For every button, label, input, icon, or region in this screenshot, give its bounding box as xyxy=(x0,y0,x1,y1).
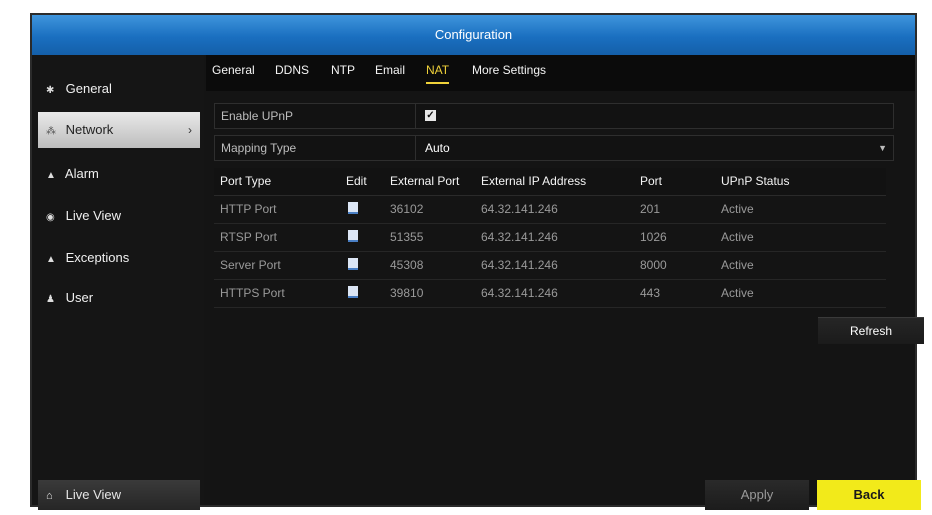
tab-nat[interactable]: NAT xyxy=(426,55,450,85)
back-button[interactable]: Back xyxy=(817,480,921,510)
port-type-cell: HTTP Port xyxy=(220,202,277,216)
port-type-cell: HTTPS Port xyxy=(220,286,285,300)
port-type-cell: RTSP Port xyxy=(220,230,277,244)
table-row: Server Port 45308 64.32.141.246 8000 Act… xyxy=(214,252,886,280)
external-port-cell: 39810 xyxy=(390,286,424,300)
alarm-icon: ▲ xyxy=(46,170,56,181)
table-row: HTTPS Port 39810 64.32.141.246 443 Activ… xyxy=(214,280,886,308)
edit-button[interactable] xyxy=(348,280,358,307)
sidebar-item-exceptions[interactable]: ▲ Exceptions xyxy=(38,240,200,276)
sidebar: ✱ General ⁂ Network › ▲ Alarm ◉ Live Vie… xyxy=(32,55,204,510)
chevron-right-icon: › xyxy=(188,123,192,137)
live-view-button[interactable]: ⌂ Live View xyxy=(38,480,200,510)
status-cell: Active xyxy=(721,258,754,272)
tab-more-settings[interactable]: More Settings xyxy=(472,55,546,85)
sidebar-item-live-view[interactable]: ◉ Live View xyxy=(38,198,200,234)
edit-button[interactable] xyxy=(348,196,358,223)
external-ip-cell: 64.32.141.246 xyxy=(481,258,558,272)
status-cell: Active xyxy=(721,202,754,216)
edit-icon xyxy=(348,258,358,270)
tab-nat-label: NAT xyxy=(426,63,450,77)
window-title: Configuration xyxy=(32,15,915,55)
tab-email[interactable]: Email xyxy=(375,55,405,85)
edit-icon xyxy=(348,202,358,214)
external-ip-cell: 64.32.141.246 xyxy=(481,230,558,244)
external-port-cell: 36102 xyxy=(390,202,424,216)
status-cell: Active xyxy=(721,230,754,244)
tab-ntp[interactable]: NTP xyxy=(331,55,355,85)
tab-bar: General DDNS NTP Email NAT More Settings xyxy=(206,55,915,91)
sidebar-item-label: Exceptions xyxy=(65,250,130,265)
configuration-window: Configuration ✱ General ⁂ Network › ▲ Al… xyxy=(30,13,924,510)
mapping-type-row: Mapping Type Auto ▼ xyxy=(214,135,894,161)
port-cell: 201 xyxy=(640,202,661,216)
content-panel: General DDNS NTP Email NAT More Settings… xyxy=(206,55,924,510)
tab-ddns[interactable]: DDNS xyxy=(275,55,309,85)
col-external-ip: External IP Address xyxy=(481,174,587,188)
external-port-cell: 51355 xyxy=(390,230,424,244)
sidebar-item-label: User xyxy=(65,290,94,305)
edit-button[interactable] xyxy=(348,252,358,279)
chevron-down-icon[interactable]: ▼ xyxy=(878,136,887,160)
external-ip-cell: 64.32.141.246 xyxy=(481,286,558,300)
enable-upnp-row: Enable UPnP ✓ xyxy=(214,103,894,129)
refresh-button[interactable]: Refresh xyxy=(818,317,924,344)
table-header: Port Type Edit External Port External IP… xyxy=(214,168,886,196)
enable-upnp-checkbox[interactable]: ✓ xyxy=(425,110,436,121)
col-port-type: Port Type xyxy=(220,174,272,188)
active-tab-indicator xyxy=(426,82,450,84)
port-cell: 1026 xyxy=(640,230,667,244)
sidebar-item-network[interactable]: ⁂ Network › xyxy=(38,112,200,148)
sidebar-item-general[interactable]: ✱ General xyxy=(38,71,200,107)
col-edit: Edit xyxy=(346,174,367,188)
edit-icon xyxy=(348,286,358,298)
port-cell: 443 xyxy=(640,286,661,300)
row-divider xyxy=(415,104,416,128)
col-upnp-status: UPnP Status xyxy=(721,174,790,188)
port-cell: 8000 xyxy=(640,258,667,272)
eye-icon: ◉ xyxy=(46,212,55,223)
network-icon: ⁂ xyxy=(46,126,56,137)
status-cell: Active xyxy=(721,286,754,300)
mapping-type-select[interactable]: Auto xyxy=(425,136,450,160)
home-icon: ⌂ xyxy=(46,490,53,502)
tab-general[interactable]: General xyxy=(212,55,255,85)
external-ip-cell: 64.32.141.246 xyxy=(481,202,558,216)
sidebar-item-label: Alarm xyxy=(64,166,99,181)
apply-button[interactable]: Apply xyxy=(705,480,809,510)
live-view-label: Live View xyxy=(65,487,122,502)
edit-button[interactable] xyxy=(348,224,358,251)
enable-upnp-label: Enable UPnP xyxy=(221,109,294,123)
col-external-port: External Port xyxy=(390,174,460,188)
sidebar-item-label: General xyxy=(65,81,112,96)
mapping-type-label: Mapping Type xyxy=(221,141,297,155)
gear-icon: ✱ xyxy=(46,85,55,96)
sidebar-item-label: Live View xyxy=(65,208,122,223)
row-divider xyxy=(415,136,416,160)
edit-icon xyxy=(348,230,358,242)
table-row: RTSP Port 51355 64.32.141.246 1026 Activ… xyxy=(214,224,886,252)
sidebar-item-label: Network xyxy=(65,122,114,137)
port-table: Port Type Edit External Port External IP… xyxy=(214,168,896,308)
col-port: Port xyxy=(640,174,663,188)
users-icon: ♟ xyxy=(46,294,55,305)
sidebar-item-alarm[interactable]: ▲ Alarm xyxy=(38,156,200,192)
sidebar-item-user[interactable]: ♟ User xyxy=(38,280,200,316)
warning-icon: ▲ xyxy=(46,254,56,265)
external-port-cell: 45308 xyxy=(390,258,424,272)
table-row: HTTP Port 36102 64.32.141.246 201 Active xyxy=(214,196,886,224)
port-type-cell: Server Port xyxy=(220,258,281,272)
